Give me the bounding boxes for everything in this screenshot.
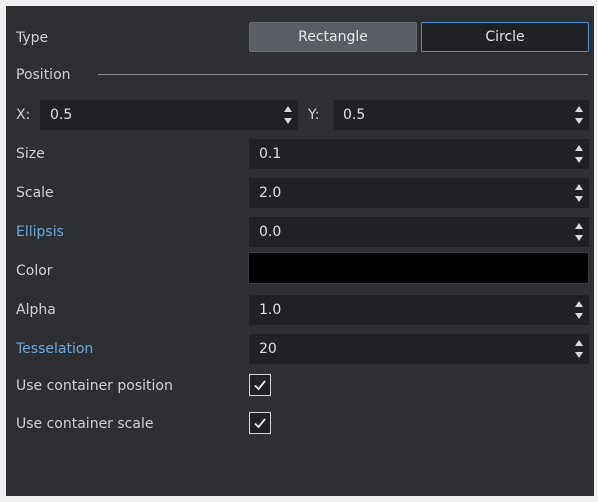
y-label: Y:	[308, 107, 320, 123]
tesselation-value: 20	[259, 341, 277, 357]
ellipsis-field[interactable]: 0.0	[249, 217, 589, 247]
x-field[interactable]: 0.5	[40, 100, 298, 130]
alpha-field[interactable]: 1.0	[249, 295, 589, 325]
size-value: 0.1	[259, 146, 282, 162]
use-container-scale-label: Use container scale	[16, 416, 154, 432]
size-label: Size	[16, 146, 45, 162]
x-spinner-icon[interactable]	[284, 106, 292, 124]
position-section-label: Position	[16, 67, 71, 83]
ellipsis-spinner-icon[interactable]	[575, 223, 583, 241]
tesselation-label: Tesselation	[16, 341, 94, 357]
checkmark-icon	[254, 418, 266, 429]
ellipsis-value: 0.0	[259, 224, 282, 240]
position-divider	[98, 74, 588, 75]
color-label: Color	[16, 263, 53, 279]
y-field[interactable]: 0.5	[333, 100, 589, 130]
size-spinner-icon[interactable]	[575, 145, 583, 163]
scale-label: Scale	[16, 185, 54, 201]
use-container-scale-checkbox[interactable]	[249, 412, 271, 434]
type-label: Type	[16, 30, 49, 46]
use-container-position-label: Use container position	[16, 378, 173, 394]
type-rectangle-button[interactable]: Rectangle	[249, 22, 417, 52]
tesselation-field[interactable]: 20	[249, 334, 589, 364]
scale-field[interactable]: 2.0	[249, 178, 589, 208]
use-container-position-checkbox[interactable]	[249, 374, 271, 396]
size-field[interactable]: 0.1	[249, 139, 589, 169]
circle-properties-panel: Type Rectangle Circle Position X: 0.5 Y:…	[6, 6, 594, 496]
x-label: X:	[16, 107, 31, 123]
y-spinner-icon[interactable]	[575, 106, 583, 124]
type-circle-button[interactable]: Circle	[421, 22, 589, 52]
alpha-label: Alpha	[16, 302, 56, 318]
ellipsis-label: Ellipsis	[16, 224, 64, 240]
checkmark-icon	[254, 380, 266, 391]
alpha-value: 1.0	[259, 302, 282, 318]
alpha-spinner-icon[interactable]	[575, 301, 583, 319]
scale-value: 2.0	[259, 185, 282, 201]
scale-spinner-icon[interactable]	[575, 184, 583, 202]
x-value: 0.5	[50, 107, 73, 123]
y-value: 0.5	[343, 107, 366, 123]
tesselation-spinner-icon[interactable]	[575, 340, 583, 358]
color-swatch[interactable]	[248, 252, 589, 284]
